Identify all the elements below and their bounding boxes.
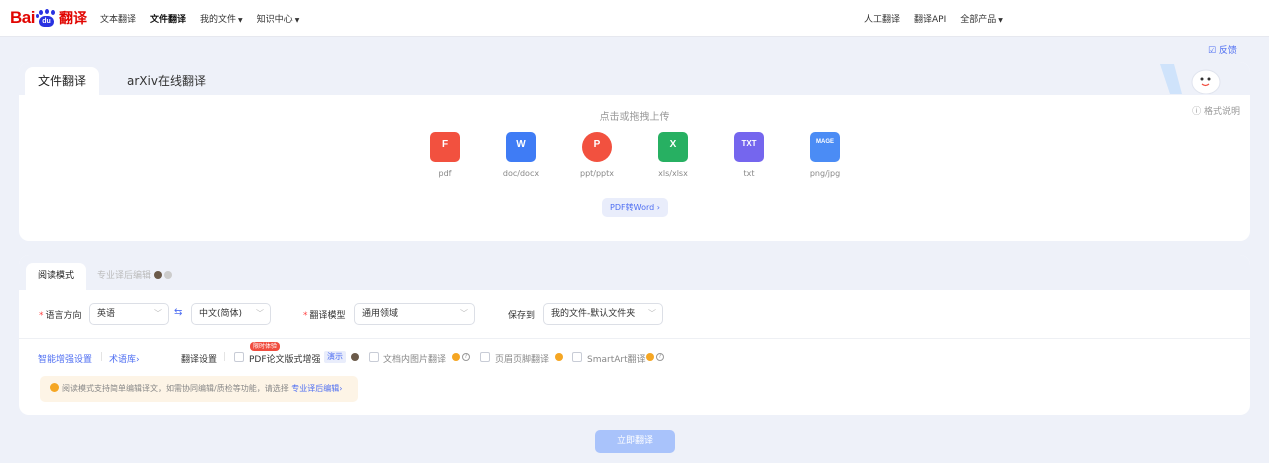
chevron-down-icon: ﹀ (256, 309, 264, 318)
secondary-nav: 人工翻译 翻译API 全部产品 ▼ (864, 0, 1017, 37)
pdf-layout-label[interactable]: PDF论文版式增强 (249, 352, 321, 365)
translation-config-row: * 语言方向 英语 ﹀ ⇆ 中文(简体) ﹀ * 翻译模型 通用领域 ﹀ 保存到 我的文件… (19, 303, 1250, 325)
vip-icon (452, 353, 460, 361)
chevron-down-icon: ▼ (998, 17, 1003, 24)
nav-knowledge-center[interactable]: 知识中心 ▼ (257, 12, 300, 25)
upload-card: 文件翻译 arXiv在线翻译 点击或拖拽上传 ⓘ 格式说明 F pdf W do… (19, 62, 1250, 241)
divider: | (100, 352, 104, 362)
nav-file-translate[interactable]: 文件翻译 (150, 12, 186, 25)
main-nav: 文本翻译 文件翻译 我的文件 ▼ 知识中心 ▼ (100, 0, 313, 37)
pdf-icon: F (430, 132, 460, 162)
image-translate-checkbox[interactable] (369, 352, 379, 362)
translation-model-select[interactable]: 通用领域 ﹀ (354, 303, 475, 325)
translation-model-label: * 翻译模型 (303, 311, 346, 321)
smartart-label[interactable]: SmartArt翻译 (587, 352, 646, 365)
term-library-link[interactable]: 术语库› (109, 352, 140, 365)
pdf-layout-checkbox[interactable] (234, 352, 244, 362)
vip-icon (555, 353, 563, 361)
logo-text-bai: Bai (10, 8, 35, 27)
source-language-select[interactable]: 英语 ﹀ (89, 303, 169, 325)
format-info-link[interactable]: ⓘ 格式说明 (1192, 104, 1240, 117)
file-type-pdf[interactable]: F pdf (415, 132, 475, 178)
divider (19, 338, 1250, 339)
tab-arxiv-translate[interactable]: arXiv在线翻译 (114, 67, 219, 95)
pdf-to-word-button[interactable]: PDF转Word › (602, 198, 668, 217)
vip-icon (351, 353, 359, 361)
vip-icon (646, 353, 654, 361)
file-type-xls[interactable]: X xls/xlsx (643, 132, 703, 178)
chevron-down-icon: ▼ (238, 17, 243, 24)
chevron-down-icon: ﹀ (460, 309, 468, 318)
nav-text-translate[interactable]: 文本翻译 (100, 12, 136, 25)
nav-translate-api[interactable]: 翻译API (914, 12, 946, 25)
upload-tabs: 文件翻译 arXiv在线翻译 (19, 62, 1250, 95)
mascot-icon (1160, 64, 1221, 94)
top-header: Bai du 翻译 文本翻译 文件翻译 我的文件 ▼ 知识中心 ▼ 人工翻译 翻译A… (0, 0, 1269, 37)
swap-languages-icon[interactable]: ⇆ (174, 307, 182, 318)
file-type-doc[interactable]: W doc/docx (491, 132, 551, 178)
smart-enhance-link[interactable]: 智能增强设置 (38, 352, 92, 365)
txt-icon: TXT (734, 132, 764, 162)
reading-mode-notice: 阅读模式支持简单编辑译文，如需协同编辑/质检等功能，请选择 专业译后编辑› (40, 376, 358, 402)
warning-icon (50, 383, 59, 392)
feedback-link[interactable]: ☑ 反馈 (1208, 43, 1237, 56)
baidu-fanyi-logo[interactable]: Bai du 翻译 (10, 7, 87, 29)
language-direction-label: * 语言方向 (39, 311, 82, 321)
save-to-label: 保存到 (508, 311, 536, 321)
baidu-paw-icon: du (35, 8, 57, 28)
file-type-image[interactable]: MAGE png/jpg (795, 132, 855, 178)
nav-human-translation[interactable]: 人工翻译 (864, 12, 900, 25)
translate-now-button[interactable]: 立即翻译 (595, 430, 675, 453)
tab-pro-post-edit[interactable]: 专业译后编辑 (97, 263, 173, 290)
mode-tabs: 阅读模式 专业译后编辑 (19, 255, 1250, 290)
chevron-down-icon: ﹀ (648, 309, 656, 318)
logo-text-fanyi: 翻译 (58, 11, 87, 27)
help-icon[interactable]: ? (656, 353, 664, 361)
nav-my-files[interactable]: 我的文件 ▼ (200, 12, 243, 25)
settings-card: 阅读模式 专业译后编辑 * 语言方向 英语 ﹀ ⇆ 中文(简体) ﹀ * 翻译模型 通用… (19, 255, 1250, 415)
vip-icon (154, 271, 163, 279)
chevron-down-icon: ▼ (294, 17, 300, 24)
xls-icon: X (658, 132, 688, 162)
image-icon: MAGE (810, 132, 840, 162)
upload-dropzone-hint[interactable]: 点击或拖拽上传 (19, 108, 1250, 123)
limited-offer-badge: 限时体验 (250, 342, 281, 351)
enhance-options-row: 智能增强设置 | 术语库› 翻译设置 | 限时体验 PDF论文版式增强 演示 文… (19, 342, 1250, 365)
smartart-checkbox[interactable] (572, 352, 582, 362)
nav-all-products[interactable]: 全部产品 ▼ (960, 12, 1003, 25)
file-type-ppt[interactable]: P ppt/pptx (567, 132, 627, 178)
chevron-down-icon: ﹀ (154, 309, 162, 318)
header-footer-checkbox[interactable] (480, 352, 490, 362)
header-footer-label[interactable]: 页眉页脚翻译 (495, 352, 549, 365)
help-icon[interactable]: ? (462, 353, 470, 361)
tab-file-translate[interactable]: 文件翻译 (25, 67, 100, 95)
help-icon[interactable] (164, 271, 173, 279)
save-folder-select[interactable]: 我的文件-默认文件夹 ﹀ (543, 303, 663, 325)
translate-settings-label: 翻译设置 (181, 355, 218, 365)
demo-tag[interactable]: 演示 (324, 351, 346, 363)
ppt-icon: P (582, 132, 612, 162)
target-language-select[interactable]: 中文(简体) ﹀ (191, 303, 271, 325)
divider: | (223, 352, 227, 362)
image-translate-label[interactable]: 文档内图片翻译 (383, 352, 446, 365)
pro-edit-link[interactable]: 专业译后编辑› (291, 384, 342, 393)
doc-icon: W (506, 132, 536, 162)
file-type-txt[interactable]: TXT txt (719, 132, 779, 178)
tab-reading-mode[interactable]: 阅读模式 (26, 263, 87, 290)
